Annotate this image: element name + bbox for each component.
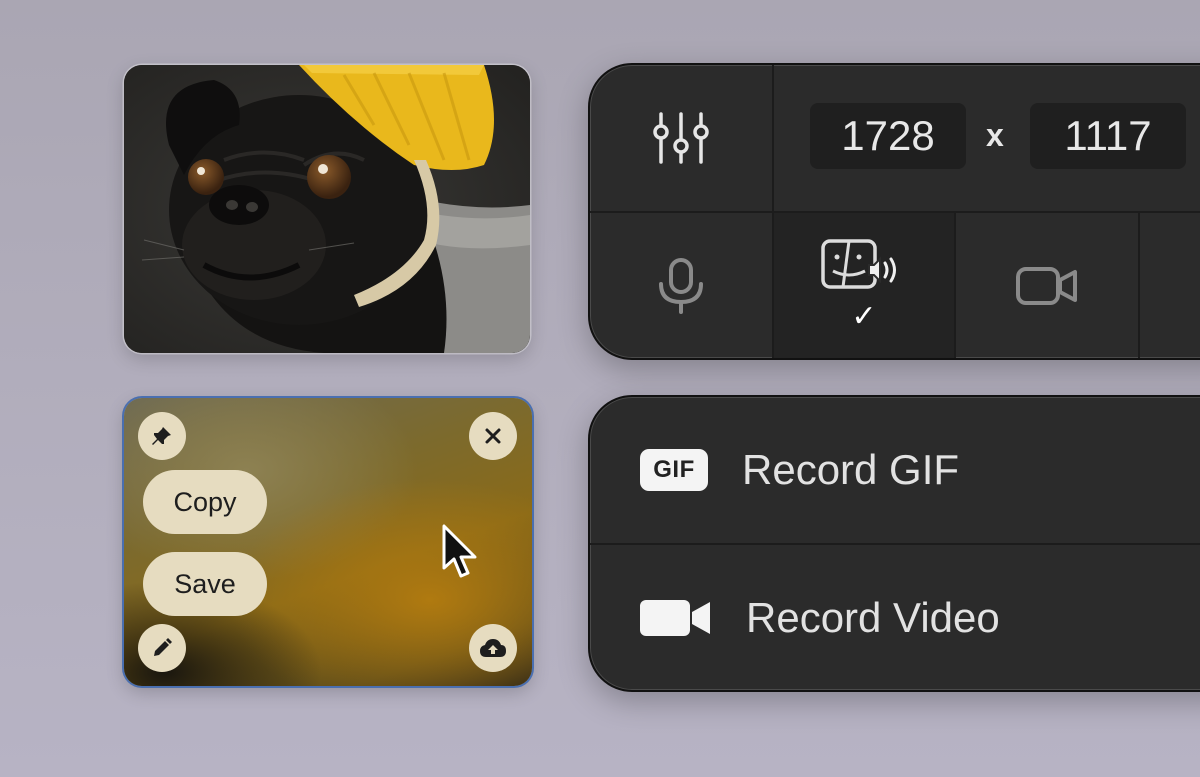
system-audio-toggle[interactable]: ✓ xyxy=(774,213,954,358)
finder-audio-icon xyxy=(821,239,896,289)
edit-icon xyxy=(154,638,172,656)
pin-button[interactable] xyxy=(138,412,186,460)
edit-button[interactable] xyxy=(138,624,186,672)
sliders-icon xyxy=(653,112,709,164)
width-field[interactable]: 1728 xyxy=(810,103,966,169)
close-button[interactable] xyxy=(469,412,517,460)
screenshot-thumbnail[interactable] xyxy=(124,65,530,353)
dimension-separator: x xyxy=(986,117,1004,153)
record-gif-label: Record GIF xyxy=(742,446,960,493)
record-gif-option[interactable]: GIF Record GIF xyxy=(590,397,1200,543)
microphone-toggle[interactable] xyxy=(590,213,772,358)
record-video-option[interactable]: Record Video xyxy=(590,545,1200,690)
save-button[interactable]: Save xyxy=(143,552,267,616)
record-video-label: Record Video xyxy=(746,594,1000,641)
video-camera-icon xyxy=(640,600,710,636)
gif-badge-icon: GIF xyxy=(640,449,708,491)
close-icon xyxy=(485,428,501,444)
capture-settings-panel: 1728 x 1117 ✓ xyxy=(588,63,1200,360)
record-menu-panel: GIF Record GIF Record Video xyxy=(588,395,1200,692)
settings-button[interactable] xyxy=(590,65,772,211)
camera-toggle[interactable] xyxy=(956,213,1138,358)
cloud-upload-icon xyxy=(480,639,506,657)
microphone-icon xyxy=(659,257,703,314)
selected-checkmark-icon: ✓ xyxy=(851,300,877,333)
mouse-pointer-icon xyxy=(442,524,477,578)
pin-icon xyxy=(152,427,171,445)
camera-icon xyxy=(1016,266,1077,305)
copy-button[interactable]: Copy xyxy=(143,470,267,534)
pug-photo xyxy=(124,65,530,353)
height-field[interactable]: 1117 xyxy=(1030,103,1186,169)
cloud-upload-button[interactable] xyxy=(469,624,517,672)
